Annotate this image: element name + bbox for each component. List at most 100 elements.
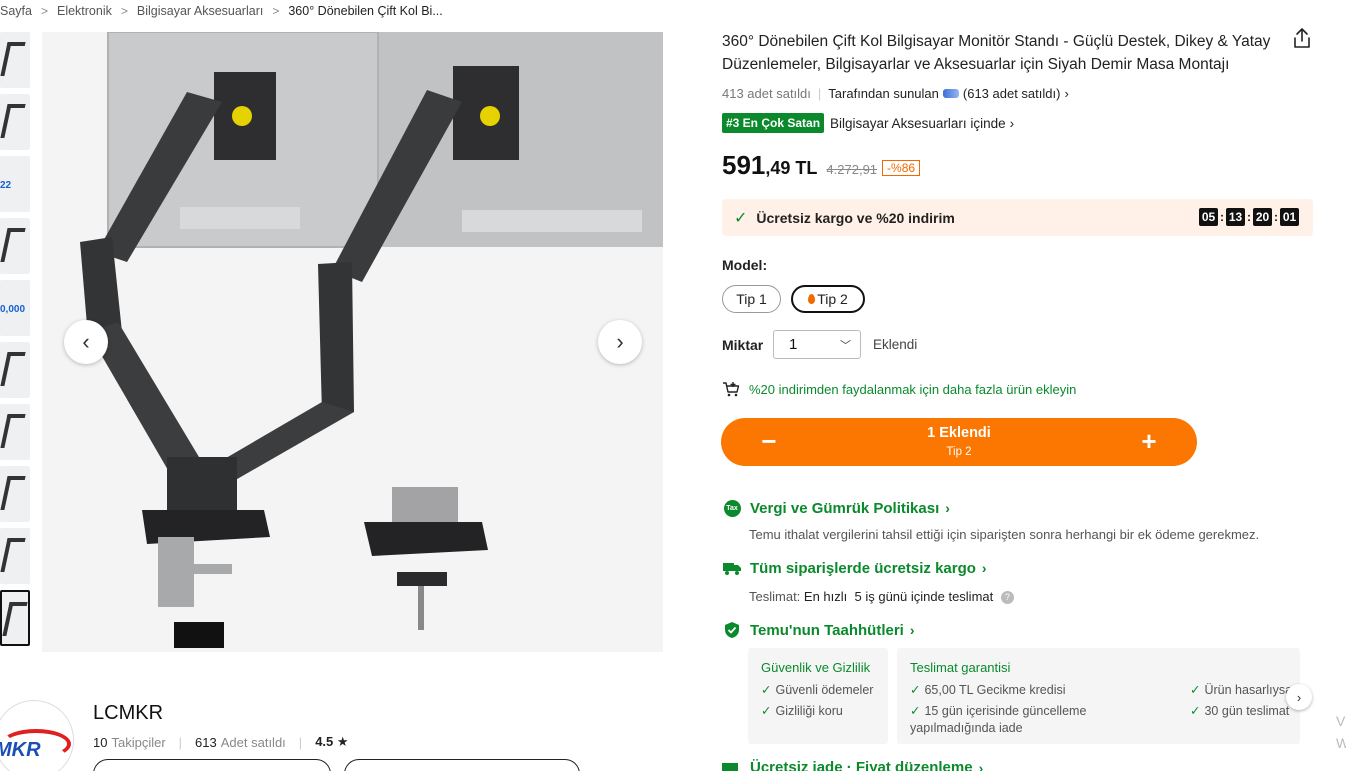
- seller-rating: 4.5 ★: [315, 734, 349, 749]
- chevron-down-icon: ﹀: [840, 339, 851, 352]
- timer-minutes: 13: [1226, 208, 1245, 226]
- seller-logo[interactable]: MKR: [0, 700, 74, 771]
- check-icon: ✓: [734, 209, 748, 227]
- model-option-label: Tip 2: [817, 291, 848, 307]
- chevron-right-icon: ›: [616, 329, 624, 354]
- seller-name[interactable]: LCMKR: [93, 702, 163, 725]
- seller-followers-count: 10: [93, 734, 108, 750]
- sold-info: 413 adet satıldı | Tarafından sunulan (6…: [722, 86, 1069, 101]
- thumbnail[interactable]: 0,000: [0, 280, 30, 336]
- old-price: 4.272,91: [826, 162, 878, 177]
- thumbnail[interactable]: [0, 94, 30, 150]
- bestseller-row[interactable]: #3 En Çok Satan Bilgisayar Aksesuarları …: [722, 113, 1014, 133]
- share-icon[interactable]: [1292, 27, 1312, 49]
- return-icon: [722, 762, 738, 771]
- breadcrumb-separator: >: [120, 4, 128, 18]
- price-currency: TL: [795, 158, 818, 178]
- product-main-image: [42, 32, 663, 652]
- commitment-item: ✓ 15 gün içerisinde güncelleme: [910, 704, 1087, 718]
- increase-quantity-button[interactable]: +: [1134, 427, 1164, 455]
- delivery-value: En hızlı 5 iş günü içinde teslimat: [803, 589, 994, 604]
- commitment-item: ✓ 30 gün teslimat: [1190, 704, 1290, 718]
- thumbnail[interactable]: [0, 342, 30, 398]
- thumbnail-badge: 22: [0, 180, 12, 191]
- thumbnail[interactable]: [0, 404, 30, 460]
- thumbnail[interactable]: [0, 528, 30, 584]
- model-label: Model:: [722, 257, 768, 273]
- seller-followers-label: Takipçiler: [111, 734, 166, 750]
- gallery-next-button[interactable]: ›: [598, 320, 642, 364]
- breadcrumb-home[interactable]: Sayfa: [0, 4, 32, 18]
- commitment-card-delivery[interactable]: Teslimat garantisi ✓ 65,00 TL Gecikme kre…: [897, 648, 1300, 744]
- breadcrumb: Sayfa > Elektronik > Bilgisayar Aksesuar…: [0, 4, 443, 18]
- free-return-title: Ücretsiz iade · Fiyat düzenleme: [750, 759, 973, 771]
- chevron-left-icon: ‹: [82, 329, 90, 354]
- tax-icon: Tax: [723, 499, 741, 517]
- help-icon[interactable]: ?: [1000, 591, 1014, 605]
- tax-policy-link[interactable]: Tax Vergi ve Gümrük Politikası ›: [722, 499, 950, 517]
- thumbnail[interactable]: [0, 466, 30, 522]
- commitments-next-button[interactable]: ›: [1286, 684, 1312, 710]
- commitments-link[interactable]: Temu'nun Taahhütleri ›: [722, 621, 915, 639]
- timer-seconds: 20: [1253, 208, 1272, 226]
- product-title: 360° Dönebilen Çift Kol Bilgisayar Monit…: [722, 33, 1271, 73]
- commitment-item: ✓ Güvenli ödemeler: [761, 683, 874, 697]
- offered-by-label[interactable]: Tarafından sunulan: [828, 86, 939, 101]
- free-shipping-title: Tüm siparişlerde ücretsiz kargo: [750, 559, 976, 577]
- model-option-tip-2[interactable]: Tip 2: [791, 285, 865, 313]
- quantity-value: 1: [789, 336, 798, 353]
- free-shipping-link[interactable]: Tüm siparişlerde ücretsiz kargo ›: [722, 559, 987, 577]
- timer-centiseconds: 01: [1280, 208, 1299, 226]
- thumbnail[interactable]: [0, 218, 30, 274]
- thumbnail[interactable]: [0, 32, 30, 88]
- free-return-link[interactable]: Ücretsiz iade · Fiyat düzenleme ›: [722, 759, 983, 771]
- chevron-right-icon: ›: [909, 622, 915, 638]
- seller-follow-button[interactable]: [93, 759, 331, 771]
- price-integer: 591: [722, 150, 766, 180]
- delivery-label: Teslimat:: [749, 589, 801, 604]
- chevron-right-icon: ›: [978, 759, 984, 771]
- discount-badge: -%86: [882, 160, 921, 176]
- chevron-right-icon: ›: [945, 500, 950, 516]
- commitment-card-security[interactable]: Güvenlik ve Gizlilik ✓ Güvenli ödemeler ✓…: [748, 648, 888, 744]
- truck-icon: [723, 563, 741, 575]
- thumbnail-selected[interactable]: [0, 590, 30, 646]
- seller-sold-count: 613: [195, 734, 217, 750]
- breadcrumb-separator: >: [40, 4, 48, 18]
- cart-hint-text: %20 indirimden faydalanmak için daha faz…: [749, 381, 1077, 397]
- thumbnail-list: 22 0,000: [0, 32, 30, 652]
- quantity-select[interactable]: 1 ﹀: [773, 330, 861, 359]
- gallery-prev-button[interactable]: ‹: [64, 320, 108, 364]
- fire-icon: [808, 294, 816, 304]
- cart-plus-icon: [723, 382, 740, 397]
- tax-policy-text: Temu ithalat vergilerini tahsil ettiği i…: [749, 527, 1260, 542]
- quantity-label: Miktar: [722, 337, 764, 353]
- chevron-right-icon: ›: [1009, 115, 1015, 131]
- monitor-stand-illustration: [80, 32, 663, 648]
- breadcrumb-computer-accessories[interactable]: Bilgisayar Aksesuarları: [137, 4, 263, 18]
- bestseller-badge: #3 En Çok Satan: [722, 113, 825, 133]
- commitments-title: Temu'nun Taahhütleri: [750, 621, 904, 639]
- breadcrumb-electronics[interactable]: Elektronik: [57, 4, 112, 18]
- add-to-cart-label[interactable]: 1 Eklendi: [721, 425, 1197, 441]
- seller-logo-text: MKR: [0, 739, 41, 761]
- offered-sold-count[interactable]: (613 adet satıldı): [963, 86, 1061, 101]
- promo-banner: ✓ Ücretsiz kargo ve %20 indirim 05 : 13 …: [722, 199, 1313, 236]
- bestseller-category: Bilgisayar Aksesuarları içinde: [830, 115, 1006, 131]
- seller-store-button[interactable]: [344, 759, 580, 771]
- commitment-heading: Güvenlik ve Gizlilik: [761, 660, 871, 675]
- model-option-tip-1[interactable]: Tip 1: [722, 285, 781, 313]
- chevron-right-icon[interactable]: ›: [1064, 86, 1068, 101]
- commitment-item: ✓ Ürün hasarlıysa: [1190, 683, 1293, 697]
- chevron-right-icon: ›: [1296, 689, 1302, 705]
- seller-sold-label: Adet satıldı: [220, 734, 286, 750]
- timer-hours: 05: [1199, 208, 1218, 226]
- commitment-item: yapılmadığında iade: [910, 721, 1023, 735]
- countdown-timer: 05 : 13 : 20 : 01: [1199, 208, 1299, 226]
- thumbnail[interactable]: 22: [0, 156, 30, 212]
- price-row: 591 ,49 TL 4.272,91 -%86: [722, 150, 921, 181]
- breadcrumb-separator: >: [272, 4, 280, 18]
- chevron-right-icon: ›: [981, 560, 987, 576]
- breadcrumb-current: 360° Dönebilen Çift Kol Bi...: [288, 4, 443, 18]
- add-to-cart-bar: − 1 Eklendi Tip 2 +: [721, 418, 1197, 466]
